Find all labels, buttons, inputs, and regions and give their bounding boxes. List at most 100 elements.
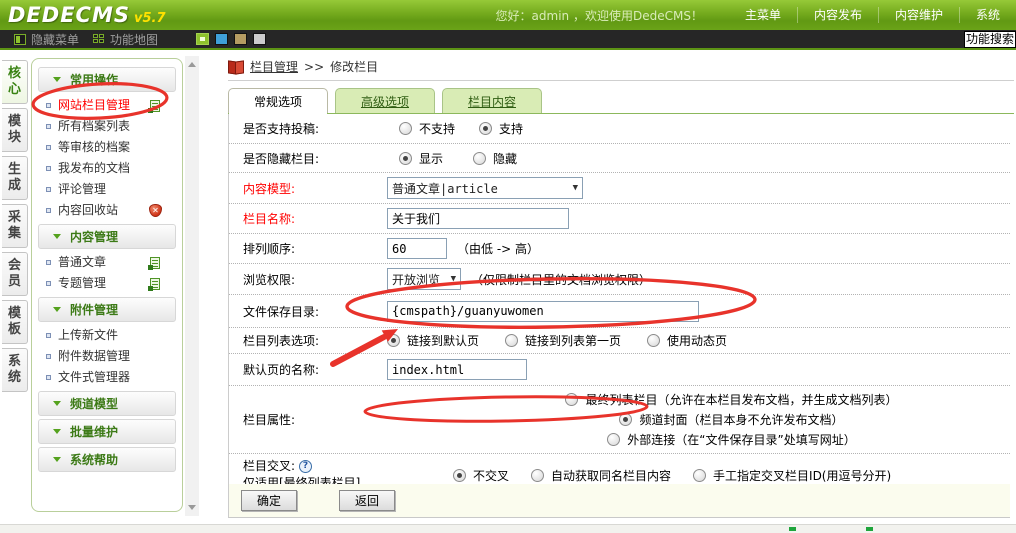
view-permission-select[interactable]: 开放浏览 ▼ <box>387 268 461 290</box>
radio-icon[interactable] <box>399 152 412 165</box>
top-menu-system[interactable]: 系统 <box>959 7 1016 23</box>
field-control: 最终列表栏目（允许在本栏目发布文档，并生成文档列表） 频道封面（栏目本身不允许发… <box>387 386 1010 453</box>
section-title: 常用操作 <box>70 71 118 88</box>
radio-option[interactable]: 使用动态页 <box>647 332 727 349</box>
form-row: 浏览权限: 开放浏览 ▼ （仅限制栏目里的文档浏览权限） <box>229 264 1010 295</box>
sidebar-item-all-archives[interactable]: 所有档案列表 <box>36 116 178 137</box>
module-tab-core[interactable]: 核心 <box>2 60 28 104</box>
radio-icon[interactable] <box>399 122 412 135</box>
back-button[interactable]: 返回 <box>339 490 395 511</box>
sidebar-item-site-column-manage[interactable]: 网站栏目管理 <box>36 95 178 116</box>
sidebar-item-attachment-data[interactable]: 附件数据管理 <box>36 346 178 367</box>
sidebar-item-comment-manage[interactable]: 评论管理 <box>36 179 178 200</box>
sidebar-item-my-documents[interactable]: 我发布的文档 <box>36 158 178 179</box>
radio-icon[interactable] <box>647 334 660 347</box>
theme-swatch-gray[interactable] <box>253 33 266 45</box>
tab-column-content[interactable]: 栏目内容 <box>442 88 542 113</box>
sidebar-item-special-topic[interactable]: 专题管理 <box>36 273 178 294</box>
sidebar-item-label: 网站栏目管理 <box>58 98 130 113</box>
section-attachment-manage[interactable]: 附件管理 <box>38 297 176 322</box>
radio-option[interactable]: 显示 <box>399 150 443 167</box>
section-content-manage[interactable]: 内容管理 <box>38 224 176 249</box>
radio-icon[interactable] <box>505 334 518 347</box>
radio-option[interactable]: 链接到列表第一页 <box>505 332 621 349</box>
radio-option[interactable]: 支持 <box>479 120 523 137</box>
top-menu-maintain[interactable]: 内容维护 <box>878 7 959 23</box>
tab-advanced-options[interactable]: 高级选项 <box>335 88 435 113</box>
field-control: 开放浏览 ▼ （仅限制栏目里的文档浏览权限） <box>387 264 1010 294</box>
sidebar-item-label: 附件数据管理 <box>58 349 130 364</box>
logo-version: v5.7 <box>134 11 166 26</box>
radio-option[interactable]: 不支持 <box>399 120 455 137</box>
site-map-button[interactable]: 功能地图 <box>93 31 158 48</box>
radio-icon[interactable] <box>693 469 706 482</box>
radio-icon[interactable] <box>619 413 632 426</box>
theme-swatch-tan[interactable] <box>234 33 247 45</box>
recycle-shield-icon: ✕ <box>149 204 162 217</box>
help-icon[interactable]: ? <box>299 460 312 473</box>
hide-menu-button[interactable]: 隐藏菜单 <box>14 31 79 48</box>
radio-option[interactable]: 隐藏 <box>473 150 517 167</box>
scroll-up-arrow[interactable] <box>188 62 196 67</box>
sidebar-scrollbar[interactable] <box>185 56 199 516</box>
cross-column-label: 栏目交叉: <box>243 459 295 473</box>
sidebar-item-file-manager[interactable]: 文件式管理器 <box>36 367 178 388</box>
function-search-button[interactable]: 功能搜索 <box>964 31 1016 48</box>
module-tab-collect[interactable]: 采集 <box>2 204 28 248</box>
bullet-icon <box>46 260 51 265</box>
scroll-down-arrow[interactable] <box>188 505 196 510</box>
field-control: 链接到默认页 链接到列表第一页 使用动态页 <box>387 328 1010 353</box>
chevron-down-icon <box>53 307 61 312</box>
radio-option[interactable]: 频道封面（栏目本身不允许发布文档） <box>619 411 843 428</box>
radio-icon[interactable] <box>387 334 400 347</box>
sidebar-item-recycle-bin[interactable]: 内容回收站 ✕ <box>36 200 178 221</box>
tab-general-options[interactable]: 常规选项 <box>228 88 328 113</box>
module-tab-system[interactable]: 系统 <box>2 348 28 392</box>
radio-option[interactable]: 外部连接（在“文件保存目录”处填写网址） <box>607 431 855 448</box>
theme-swatch-blue[interactable] <box>215 33 228 45</box>
form-row: 是否支持投稿: 不支持 支持 <box>229 114 1010 144</box>
save-directory-input[interactable] <box>387 301 699 322</box>
radio-icon[interactable] <box>565 393 578 406</box>
chevron-down-icon <box>53 457 61 462</box>
module-tab-member[interactable]: 会员 <box>2 252 28 296</box>
form-row: 文件保存目录: <box>229 295 1010 328</box>
radio-icon[interactable] <box>607 433 620 446</box>
module-tab-template[interactable]: 模板 <box>2 300 28 344</box>
sidebar-item-normal-article[interactable]: 普通文章 <box>36 252 178 273</box>
radio-icon[interactable] <box>531 469 544 482</box>
top-menu-publish[interactable]: 内容发布 <box>797 7 878 23</box>
breadcrumb-link-column-manage[interactable]: 栏目管理 <box>250 58 298 75</box>
bullet-icon <box>46 333 51 338</box>
default-page-name-input[interactable] <box>387 359 527 380</box>
module-tab-generate[interactable]: 生成 <box>2 156 28 200</box>
section-system-help[interactable]: 系统帮助 <box>38 447 176 472</box>
content-model-select[interactable]: 普通文章|article ▼ <box>387 177 583 199</box>
module-tab-module[interactable]: 模块 <box>2 108 28 152</box>
radio-icon[interactable] <box>479 122 492 135</box>
chevron-down-icon <box>53 401 61 406</box>
radio-icon[interactable] <box>473 152 486 165</box>
column-name-input[interactable] <box>387 208 569 229</box>
section-title: 批量维护 <box>70 423 118 440</box>
confirm-button[interactable]: 确定 <box>241 490 297 511</box>
sidebar-item-pending-archives[interactable]: 等审核的档案 <box>36 137 178 158</box>
section-batch-maintain[interactable]: 批量维护 <box>38 419 176 444</box>
sidebar-item-label: 所有档案列表 <box>58 119 130 134</box>
radio-option[interactable]: 最终列表栏目（允许在本栏目发布文档，并生成文档列表） <box>565 391 897 408</box>
sidebar-item-upload-file[interactable]: 上传新文件 <box>36 325 178 346</box>
radio-option[interactable]: 链接到默认页 <box>387 332 479 349</box>
add-document-icon <box>150 278 160 290</box>
radio-icon[interactable] <box>453 469 466 482</box>
hide-menu-label: 隐藏菜单 <box>31 31 79 48</box>
form-row: 栏目属性: 最终列表栏目（允许在本栏目发布文档，并生成文档列表） 频道封面（栏目… <box>229 386 1010 454</box>
bullet-icon <box>46 187 51 192</box>
radio-option[interactable]: 手工指定交叉栏目ID(用逗号分开) <box>693 467 891 484</box>
theme-swatch-green[interactable] <box>196 33 209 45</box>
section-channel-model[interactable]: 频道模型 <box>38 391 176 416</box>
section-common-operations[interactable]: 常用操作 <box>38 67 176 92</box>
radio-option[interactable]: 自动获取同名栏目内容 <box>531 467 671 484</box>
radio-option[interactable]: 不交叉 <box>453 467 509 484</box>
sort-order-input[interactable] <box>387 238 447 259</box>
top-menu-main[interactable]: 主菜单 <box>729 7 797 23</box>
